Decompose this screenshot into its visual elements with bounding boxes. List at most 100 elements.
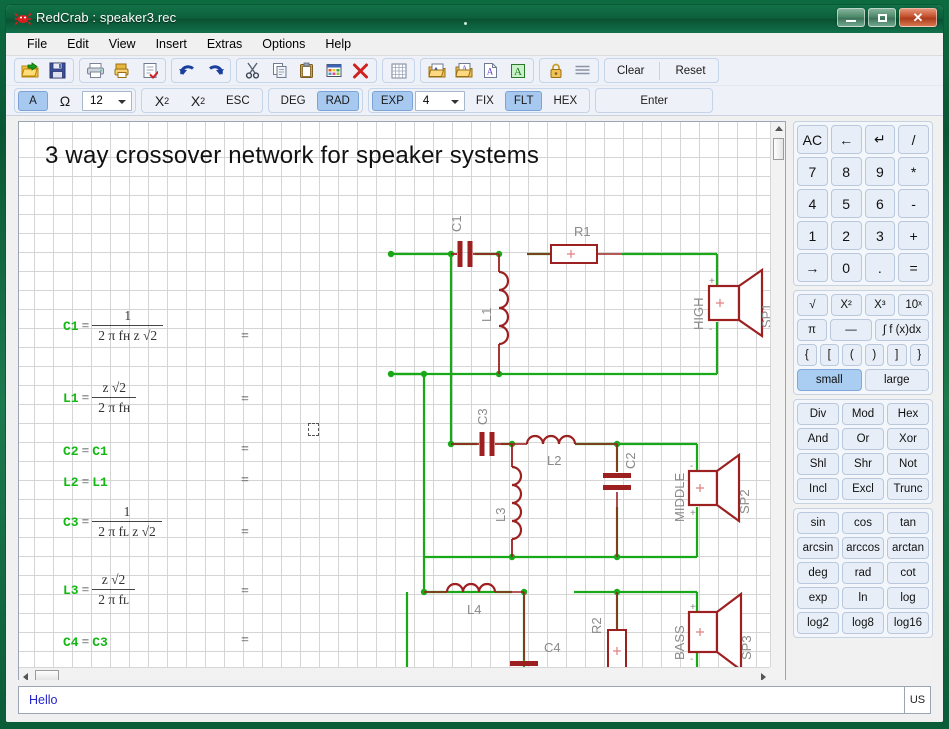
- document-canvas[interactable]: 3 way crossover network for speaker syst…: [19, 122, 770, 667]
- key-log8[interactable]: log8: [842, 612, 884, 634]
- open-file-icon[interactable]: [18, 60, 43, 82]
- key-bracket-open[interactable]: [: [819, 344, 839, 366]
- key-5[interactable]: 5: [830, 189, 862, 218]
- key-tan[interactable]: tan: [887, 512, 929, 534]
- maximize-button[interactable]: [868, 8, 896, 27]
- rad-button[interactable]: RAD: [316, 90, 359, 111]
- scroll-up-arrow-icon[interactable]: [775, 126, 783, 131]
- menu-file[interactable]: File: [18, 34, 56, 54]
- grid-icon[interactable]: [386, 60, 411, 82]
- menu-edit[interactable]: Edit: [58, 34, 98, 54]
- minimize-button[interactable]: [837, 8, 865, 27]
- equation-l1[interactable]: L1 = z √2 2 π fʜ: [63, 380, 137, 416]
- key-size-small[interactable]: small: [797, 369, 862, 391]
- key-bracket-close[interactable]: ]: [887, 344, 907, 366]
- menu-options[interactable]: Options: [253, 34, 314, 54]
- key-equals[interactable]: =: [898, 253, 929, 282]
- key-mod[interactable]: Mod: [842, 403, 884, 425]
- exp-button[interactable]: EXP: [371, 90, 413, 111]
- delete-icon[interactable]: [348, 60, 373, 82]
- key-fraction-bar[interactable]: —: [830, 319, 872, 341]
- key-plus[interactable]: +: [898, 221, 929, 250]
- insert-image-icon[interactable]: [424, 60, 449, 82]
- menu-help[interactable]: Help: [316, 34, 360, 54]
- key-excl[interactable]: Excl: [842, 478, 884, 500]
- menu-view[interactable]: View: [100, 34, 145, 54]
- save-file-icon[interactable]: [45, 60, 70, 82]
- flt-button[interactable]: FLT: [504, 90, 543, 111]
- paste-icon[interactable]: [294, 60, 319, 82]
- key-incl[interactable]: Incl: [797, 478, 839, 500]
- key-0[interactable]: 0: [830, 253, 862, 282]
- key-paren-open[interactable]: (: [842, 344, 862, 366]
- key-cot[interactable]: cot: [887, 562, 929, 584]
- key-7[interactable]: 7: [797, 157, 828, 186]
- key-square[interactable]: X²: [830, 294, 862, 316]
- key-arctan[interactable]: arctan: [887, 537, 929, 559]
- page-setup-icon[interactable]: [137, 60, 162, 82]
- superscript-button[interactable]: X2: [145, 91, 179, 111]
- equation-c1[interactable]: C1 = 1 2 π fʜ z √2: [63, 308, 164, 344]
- cut-icon[interactable]: [240, 60, 265, 82]
- key-not[interactable]: Not: [887, 453, 929, 475]
- key-or[interactable]: Or: [842, 428, 884, 450]
- key-arcsin[interactable]: arcsin: [797, 537, 839, 559]
- key-integral[interactable]: ∫ f (x)dx: [875, 319, 929, 341]
- key-3[interactable]: 3: [864, 221, 896, 250]
- equation-c3[interactable]: C3 = 1 2 π fʟ z √2: [63, 504, 162, 540]
- key-exp[interactable]: exp: [797, 587, 839, 609]
- menu-insert[interactable]: Insert: [147, 34, 196, 54]
- text-color-icon[interactable]: A: [505, 60, 530, 82]
- insert-text-image-icon[interactable]: A: [451, 60, 476, 82]
- key-shl[interactable]: Shl: [797, 453, 839, 475]
- key-sin[interactable]: sin: [797, 512, 839, 534]
- key-power-ten[interactable]: 10ˣ: [898, 294, 929, 316]
- key-pi[interactable]: π: [797, 319, 827, 341]
- key-sqrt[interactable]: √: [797, 294, 828, 316]
- equation-l3[interactable]: L3 = z √2 2 π fʟ: [63, 572, 135, 608]
- vertical-scrollbar[interactable]: [770, 122, 785, 667]
- key-div[interactable]: Div: [797, 403, 839, 425]
- redo-icon[interactable]: [202, 60, 227, 82]
- key-6[interactable]: 6: [864, 189, 896, 218]
- key-divide[interactable]: /: [898, 125, 929, 154]
- subscript-button[interactable]: X2: [181, 91, 215, 111]
- font-size-select[interactable]: 12: [82, 90, 132, 111]
- clear-button[interactable]: Clear: [608, 61, 653, 81]
- key-ln[interactable]: ln: [842, 587, 884, 609]
- key-cube[interactable]: X³: [864, 294, 896, 316]
- key-9[interactable]: 9: [864, 157, 896, 186]
- esc-button[interactable]: ESC: [217, 91, 259, 111]
- table-icon[interactable]: [321, 60, 346, 82]
- key-2[interactable]: 2: [830, 221, 862, 250]
- print-preview-icon[interactable]: [110, 60, 135, 82]
- print-icon[interactable]: [83, 60, 108, 82]
- lock-icon[interactable]: [543, 60, 568, 82]
- key-multiply[interactable]: *: [898, 157, 929, 186]
- key-log2[interactable]: log2: [797, 612, 839, 634]
- equation-c4[interactable]: C4 = C3: [63, 634, 108, 650]
- reset-button[interactable]: Reset: [666, 61, 714, 81]
- enter-button[interactable]: Enter: [599, 91, 709, 111]
- key-minus[interactable]: -: [898, 189, 929, 218]
- copy-icon[interactable]: [267, 60, 292, 82]
- digits-select[interactable]: 4: [414, 90, 465, 111]
- omega-symbol-button[interactable]: Ω: [50, 91, 80, 111]
- list-icon[interactable]: [570, 60, 595, 82]
- deg-button[interactable]: DEG: [272, 91, 315, 111]
- key-ac[interactable]: AC: [797, 125, 828, 154]
- font-style-button[interactable]: A: [18, 90, 48, 111]
- key-arrow-right[interactable]: →: [797, 253, 828, 282]
- key-backspace[interactable]: ←: [830, 125, 862, 154]
- key-4[interactable]: 4: [797, 189, 828, 218]
- key-rad[interactable]: rad: [842, 562, 884, 584]
- menu-extras[interactable]: Extras: [198, 34, 251, 54]
- key-arccos[interactable]: arccos: [842, 537, 884, 559]
- close-button[interactable]: ✕: [899, 8, 937, 27]
- fix-button[interactable]: FIX: [467, 91, 503, 111]
- key-decimal[interactable]: .: [864, 253, 896, 282]
- key-8[interactable]: 8: [830, 157, 862, 186]
- key-enter[interactable]: ↵: [864, 125, 896, 154]
- key-log16[interactable]: log16: [887, 612, 929, 634]
- equation-c2[interactable]: C2 = C1: [63, 443, 108, 459]
